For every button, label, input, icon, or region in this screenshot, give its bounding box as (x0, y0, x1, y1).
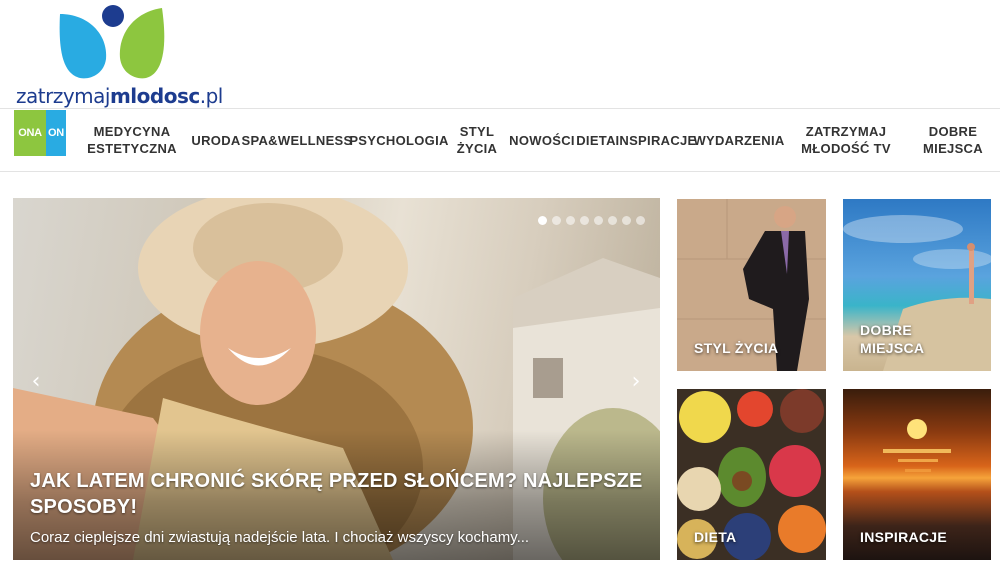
nav-ona-button[interactable]: ONA (14, 110, 46, 156)
slider-dot[interactable] (552, 216, 561, 225)
slider-dot[interactable] (622, 216, 631, 225)
nav-item-spa-wellness[interactable]: SPA&WELLNESS (242, 109, 353, 171)
nav-item-inspiracje[interactable]: INSPIRACJE (615, 109, 697, 171)
slide-title[interactable]: JAK LATEM CHRONIĆ SKÓRĘ PRZED SŁOŃCEM? N… (30, 468, 660, 520)
site-header: zatrzymajmlodosc.pl (0, 0, 1000, 108)
nav-item-styl-zycia[interactable]: STYL ŻYCIA (452, 109, 502, 171)
slider-dot[interactable] (594, 216, 603, 225)
nav-item-zatrzymaj-mlodosc-tv[interactable]: ZATRZYMAJ MŁODOŚĆ TV (796, 109, 896, 171)
tile-label: STYL ŻYCIA (694, 340, 779, 356)
nav-item-nowosci[interactable]: NOWOŚCI (507, 109, 577, 171)
tile-dobre-miejsca[interactable]: DOBRE MIEJSCA (843, 199, 991, 371)
main-nav: ONA ON MEDYCYNA ESTETYCZNA URODA SPA&WEL… (0, 108, 1000, 172)
tile-label: DOBRE MIEJSCA (860, 322, 925, 356)
logo-drops-icon (59, 5, 165, 79)
slide-excerpt: Coraz cieplejsze dni zwiastują nadejście… (30, 529, 530, 546)
featured-slider[interactable]: ‹ › JAK LATEM CHRONIĆ SKÓRĘ PRZED SŁOŃCE… (13, 198, 660, 560)
chevron-left-icon[interactable]: ‹ (27, 370, 45, 394)
slider-dot[interactable] (580, 216, 589, 225)
tile-label: INSPIRACJE (860, 529, 948, 545)
tile-styl-zycia[interactable]: STYL ŻYCIA (677, 199, 826, 371)
logo-wordmark: zatrzymajmlodosc.pl (16, 84, 223, 108)
nav-item-uroda[interactable]: URODA (190, 109, 242, 171)
slider-dot[interactable] (566, 216, 575, 225)
tile-inspiracje[interactable]: INSPIRACJE (843, 389, 991, 560)
tile-label: DIETA (694, 529, 737, 545)
nav-on-button[interactable]: ON (46, 110, 66, 156)
slider-dot[interactable] (538, 216, 547, 225)
nav-item-dieta[interactable]: DIETA (574, 109, 618, 171)
chevron-right-icon[interactable]: › (627, 370, 645, 394)
slider-pagination (538, 216, 645, 225)
slider-dot[interactable] (608, 216, 617, 225)
tile-dieta[interactable]: DIETA (677, 389, 826, 560)
nav-item-psychologia[interactable]: PSYCHOLOGIA (349, 109, 448, 171)
slider-dot[interactable] (636, 216, 645, 225)
site-logo[interactable]: zatrzymajmlodosc.pl (14, 4, 223, 108)
nav-item-wydarzenia[interactable]: WYDARZENIA (693, 109, 784, 171)
nav-item-medycyna-estetyczna[interactable]: MEDYCYNA ESTETYCZNA (86, 109, 178, 171)
nav-item-dobre-miejsca[interactable]: DOBRE MIEJSCA (918, 109, 988, 171)
